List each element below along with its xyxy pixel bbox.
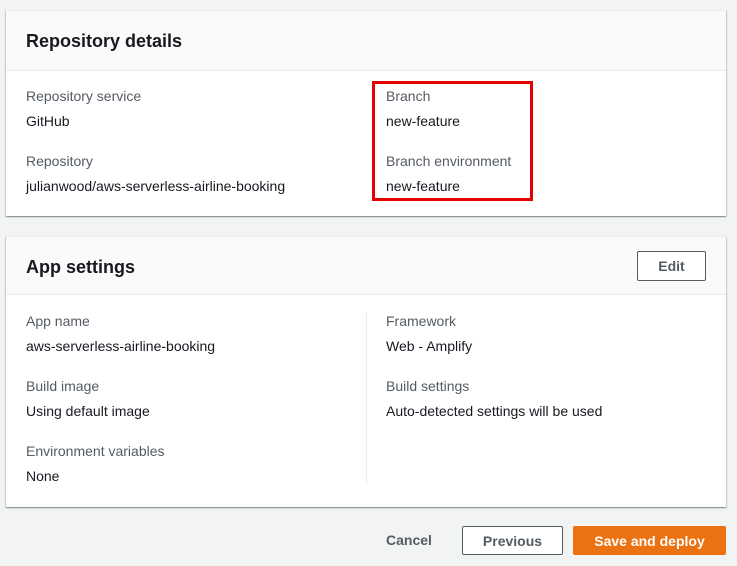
framework-label: Framework xyxy=(386,313,457,329)
build-settings-label: Build settings xyxy=(386,378,470,394)
build-settings-value: Auto-detected settings will be used xyxy=(386,403,603,419)
repository-service-label: Repository service xyxy=(26,88,142,104)
repository-details-panel: Repository details Repository service Gi… xyxy=(6,10,726,216)
build-image-label: Build image xyxy=(26,378,100,394)
branch-label: Branch xyxy=(386,88,431,104)
repository-value: julianwood/aws-serverless-airline-bookin… xyxy=(26,178,286,194)
branch-environment-label: Branch environment xyxy=(386,153,512,169)
previous-button[interactable]: Previous xyxy=(462,526,563,555)
environment-variables-value: None xyxy=(26,468,60,484)
app-settings-panel: App settings Edit App name aws-serverles… xyxy=(6,236,726,507)
app-settings-header: App settings Edit xyxy=(6,237,726,295)
branch-environment-value: new-feature xyxy=(386,178,460,194)
cancel-button[interactable]: Cancel xyxy=(372,525,446,555)
column-divider xyxy=(366,313,367,485)
build-image-value: Using default image xyxy=(26,403,150,419)
repository-details-title: Repository details xyxy=(26,31,183,51)
repository-service-value: GitHub xyxy=(26,113,70,129)
framework-value: Web - Amplify xyxy=(386,338,473,354)
save-and-deploy-button[interactable]: Save and deploy xyxy=(573,526,726,555)
repository-details-header: Repository details xyxy=(6,11,726,71)
environment-variables-label: Environment variables xyxy=(26,443,165,459)
branch-value: new-feature xyxy=(386,113,460,129)
app-name-value: aws-serverless-airline-booking xyxy=(26,338,216,354)
app-settings-title: App settings xyxy=(26,257,136,277)
repository-label: Repository xyxy=(26,153,93,169)
app-name-label: App name xyxy=(26,313,90,329)
edit-button[interactable]: Edit xyxy=(637,251,706,281)
